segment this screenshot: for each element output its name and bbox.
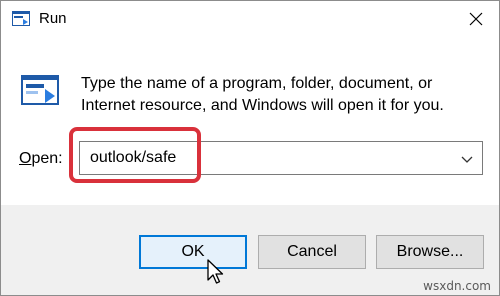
highlight-annotation [69,127,201,183]
close-icon [469,12,483,26]
watermark-text: wsxdn.com [423,279,491,293]
run-dialog-icon [21,75,59,105]
ok-button[interactable]: OK [139,235,247,269]
open-label-mnemonic: O [19,150,32,167]
browse-button[interactable]: Browse... [376,235,484,269]
title-bar: Run [1,1,499,37]
run-dialog: Run Type the name of a program, folder, … [0,0,500,296]
dialog-body: Type the name of a program, folder, docu… [1,37,499,205]
open-label: Open: [19,150,63,168]
chevron-down-icon[interactable] [460,152,474,166]
window-title: Run [39,10,67,27]
instruction-text: Type the name of a program, folder, docu… [81,75,444,114]
mouse-pointer-icon [207,259,224,284]
cancel-button[interactable]: Cancel [258,235,366,269]
open-label-rest: pen: [31,150,63,167]
run-app-icon [12,11,30,26]
close-button[interactable] [453,1,499,37]
